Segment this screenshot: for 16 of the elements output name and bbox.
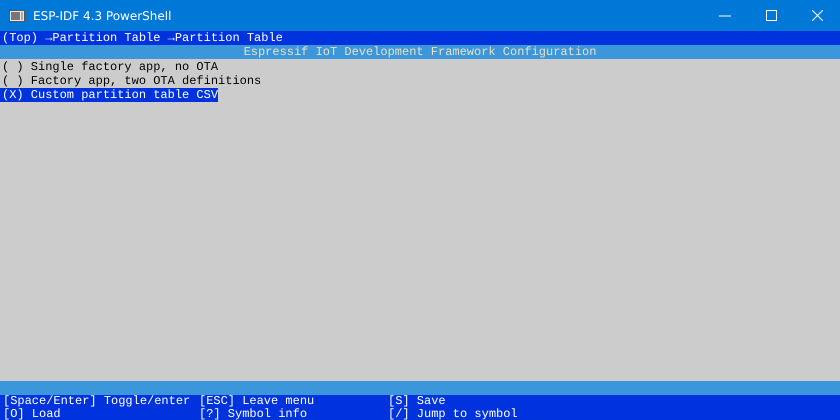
- key-hint: [Space/Enter] Toggle/enter: [3, 395, 192, 408]
- key-hint: [S] Save: [388, 395, 447, 408]
- app-icon: [9, 10, 25, 22]
- key-hint: [/] Jump to symbol: [388, 408, 519, 420]
- maximize-icon: [766, 10, 776, 21]
- menu-header: Espressif IoT Development Framework Configuration: [0, 45, 840, 59]
- close-icon: [812, 10, 822, 21]
- window-title: ESP-IDF 4.3 PowerShell: [33, 8, 172, 22]
- radio-option[interactable]: ( ) Factory app, two OTA definitions: [0, 74, 262, 88]
- radio-option[interactable]: (X) Custom partition table CSV: [0, 88, 218, 102]
- breadcrumb: (Top) →Partition Table →Partition Table: [0, 31, 840, 45]
- minimize-icon: [719, 14, 731, 16]
- radio-option[interactable]: ( ) Single factory app, no OTA: [0, 60, 218, 74]
- key-hint: [ESC] Leave menu: [199, 395, 316, 408]
- key-hint: [O] Load: [3, 408, 62, 420]
- key-hint: [?] Symbol info: [199, 408, 308, 420]
